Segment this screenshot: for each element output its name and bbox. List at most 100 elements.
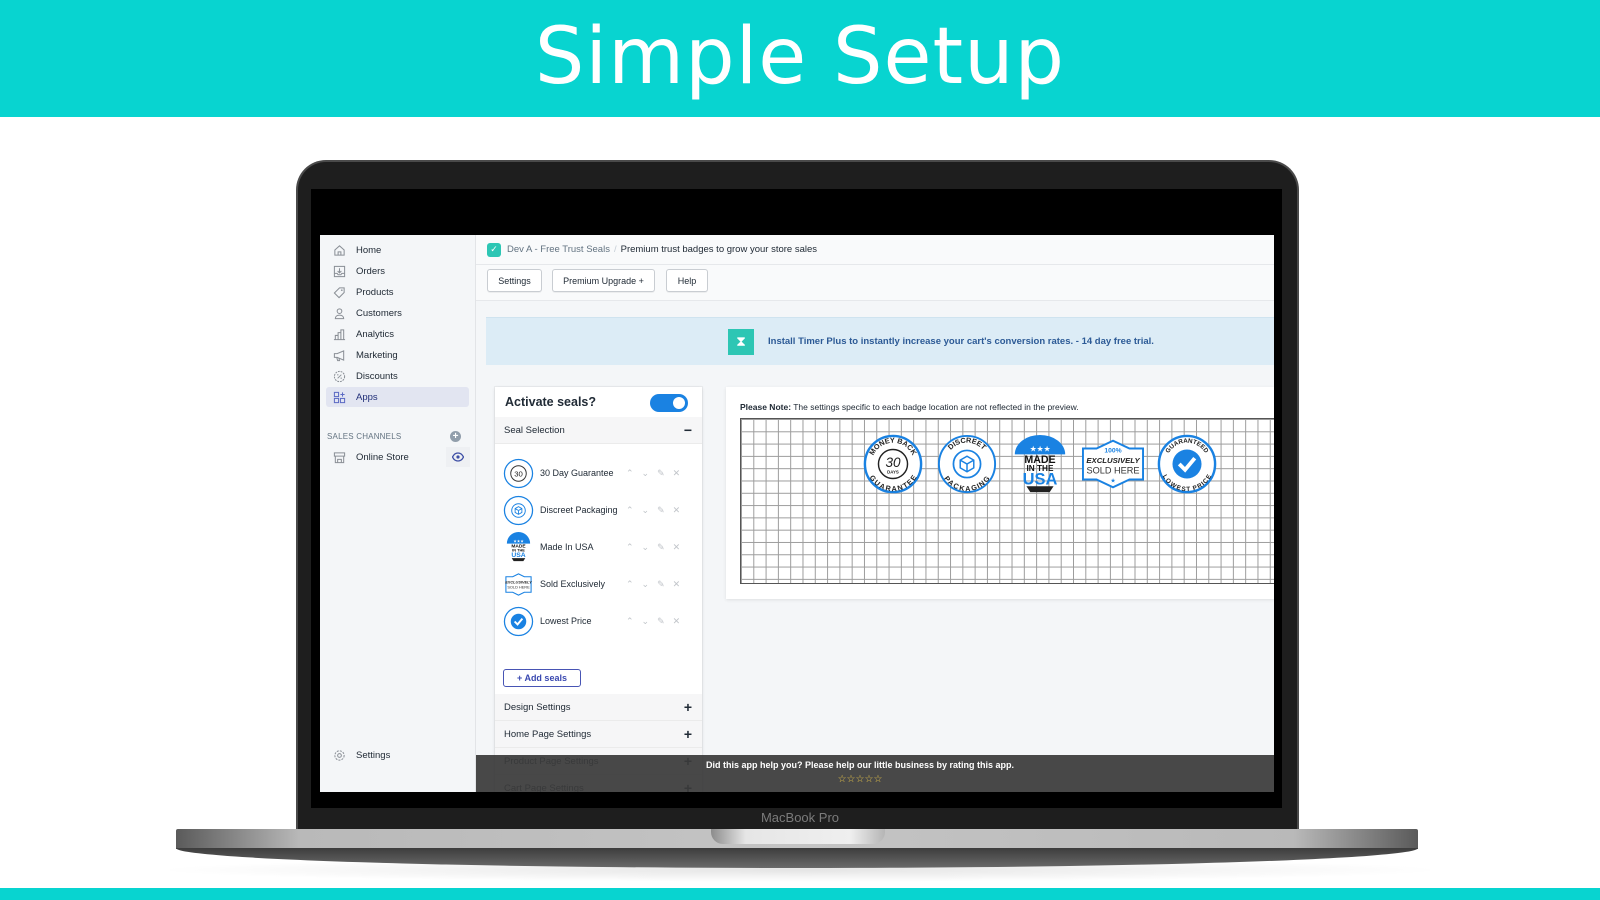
move-up-icon[interactable]: ⌃ (626, 468, 634, 479)
discreet-packaging-badge-icon (503, 495, 534, 525)
move-up-icon[interactable]: ⌃ (626, 579, 634, 590)
move-up-icon[interactable]: ⌃ (626, 505, 634, 516)
expand-icon[interactable]: + (684, 699, 692, 715)
section-label: Home Page Settings (504, 728, 592, 740)
seal-row: EXCLUSIVELY SOLD HERE Sold Exclusively ⌃ ⌄… (503, 567, 698, 601)
sidebar-item-products[interactable]: Products (326, 282, 469, 302)
edit-icon[interactable]: ✎ (657, 542, 665, 553)
move-down-icon[interactable]: ⌄ (642, 468, 650, 479)
svg-text:★★★: ★★★ (513, 538, 524, 543)
footer-accent-bar (0, 888, 1600, 900)
sidebar-item-customers[interactable]: Customers (326, 303, 469, 323)
edit-icon[interactable]: ✎ (657, 616, 665, 627)
remove-icon[interactable]: ✕ (673, 616, 681, 627)
edit-icon[interactable]: ✎ (657, 468, 665, 479)
move-up-icon[interactable]: ⌃ (626, 542, 634, 553)
add-sales-channel-button[interactable]: + (450, 431, 461, 442)
sidebar: Home Orders Products Customers Analytics… (320, 235, 476, 792)
remove-icon[interactable]: ✕ (673, 579, 681, 590)
sidebar-item-apps[interactable]: Apps (326, 387, 469, 407)
add-seals-button[interactable]: + Add seals (503, 669, 581, 687)
move-down-icon[interactable]: ⌄ (642, 579, 650, 590)
lowest-price-badge: GUARANTEED LOWEST PRICE (1157, 434, 1217, 494)
sales-channels-header: SALES CHANNELS (327, 432, 402, 441)
svg-text:★★★: ★★★ (1030, 444, 1051, 453)
sidebar-item-label: Discounts (356, 370, 398, 382)
badge-center-text: 30 (885, 455, 901, 470)
design-settings-section[interactable]: Design Settings + (495, 694, 702, 721)
badge-line3: USA (1023, 470, 1058, 488)
sidebar-item-discounts[interactable]: Discounts (326, 366, 469, 386)
rating-prompt-text: Did this app help you? Please help our l… (705, 760, 1015, 770)
promo-banner[interactable]: ⧗ Install Timer Plus to instantly increa… (486, 317, 1274, 365)
sidebar-item-orders[interactable]: Orders (326, 261, 469, 281)
activate-seals-label: Activate seals? (505, 395, 597, 409)
seals-settings-panel: Activate seals? Seal Selection − 30 30 D… (495, 387, 702, 792)
sidebar-item-label: Analytics (356, 328, 395, 340)
sold-exclusively-badge-icon: EXCLUSIVELYSOLD HERE (505, 572, 532, 596)
move-up-icon[interactable]: ⌃ (626, 616, 634, 627)
remove-icon[interactable]: ✕ (673, 542, 681, 553)
page-title: Premium trust badges to grow your store … (620, 244, 818, 255)
seal-row: ★★★ MADE IN THE USA Made In USA ⌃ ⌄ ✎ ✕ (503, 530, 698, 564)
badge-line2: EXCLUSIVELY (1086, 456, 1140, 465)
lowest-price-badge-icon (503, 606, 534, 636)
bar-chart-icon (332, 327, 346, 341)
home-page-settings-section[interactable]: Home Page Settings + (495, 721, 702, 748)
seal-selection-header[interactable]: Seal Selection − (495, 417, 702, 444)
sidebar-item-analytics[interactable]: Analytics (326, 324, 469, 344)
remove-icon[interactable]: ✕ (673, 505, 681, 516)
view-store-eye-icon[interactable] (446, 447, 470, 467)
apps-icon (332, 390, 346, 404)
home-icon (332, 243, 346, 257)
star-rating-input[interactable]: ☆☆☆☆☆ (476, 774, 1244, 785)
tag-icon (332, 285, 346, 299)
collapse-icon[interactable]: − (684, 422, 692, 438)
tab-settings[interactable]: Settings (487, 269, 542, 292)
sidebar-item-settings[interactable]: Settings (326, 745, 469, 765)
laptop-chin-label: MacBook Pro (760, 810, 840, 825)
sidebar-item-online-store[interactable]: Online Store (326, 447, 470, 467)
tab-bar: Settings Premium Upgrade + Help (476, 265, 1274, 301)
seal-row: Discreet Packaging ⌃ ⌄ ✎ ✕ (503, 493, 698, 527)
orders-icon (332, 264, 346, 278)
activate-seals-row: Activate seals? (495, 387, 702, 417)
sidebar-item-label: Apps (356, 391, 378, 403)
sidebar-item-label: Products (356, 286, 394, 298)
seal-name: Discreet Packaging (540, 505, 618, 515)
svg-text:★: ★ (1110, 477, 1115, 484)
expand-icon[interactable]: + (684, 726, 692, 742)
breadcrumb-app-link[interactable]: Dev A - Free Trust Seals (507, 244, 610, 255)
section-label: Design Settings (504, 701, 571, 713)
sidebar-item-label: Customers (356, 307, 402, 319)
move-down-icon[interactable]: ⌄ (642, 542, 650, 553)
promo-text[interactable]: Install Timer Plus to instantly increase… (768, 336, 1154, 347)
move-down-icon[interactable]: ⌄ (642, 505, 650, 516)
discount-icon (332, 369, 346, 383)
hourglass-icon: ⧗ (728, 328, 754, 355)
made-in-usa-badge: ★★★ MADE IN THE USA (1014, 434, 1066, 493)
activate-seals-toggle[interactable] (650, 394, 688, 412)
edit-icon[interactable]: ✎ (657, 505, 665, 516)
gear-icon (332, 748, 346, 762)
discreet-packaging-badge: DISCREET PACKAGING (937, 434, 997, 493)
person-icon (332, 306, 346, 320)
sidebar-item-marketing[interactable]: Marketing (326, 345, 469, 365)
sidebar-item-home[interactable]: Home (326, 240, 469, 260)
seal-name: 30 Day Guarantee (540, 468, 614, 478)
move-down-icon[interactable]: ⌄ (642, 616, 650, 627)
store-icon (332, 450, 346, 464)
seal-name: Made In USA (540, 542, 594, 552)
seal-row: 30 30 Day Guarantee ⌃ ⌄ ✎ ✕ (503, 456, 698, 490)
note-text: The settings specific to each badge loca… (791, 402, 1079, 412)
badge-line1: 100% (1104, 447, 1121, 454)
svg-text:SOLD HERE: SOLD HERE (507, 584, 530, 589)
preview-note: Please Note: The settings specific to ea… (740, 402, 1079, 412)
tab-premium-upgrade[interactable]: Premium Upgrade + (552, 269, 655, 292)
section-label: Seal Selection (504, 424, 565, 436)
sidebar-item-label: Marketing (356, 349, 398, 361)
sidebar-item-label: Settings (356, 749, 391, 761)
edit-icon[interactable]: ✎ (657, 579, 665, 590)
remove-icon[interactable]: ✕ (673, 468, 681, 479)
tab-help[interactable]: Help (666, 269, 708, 292)
